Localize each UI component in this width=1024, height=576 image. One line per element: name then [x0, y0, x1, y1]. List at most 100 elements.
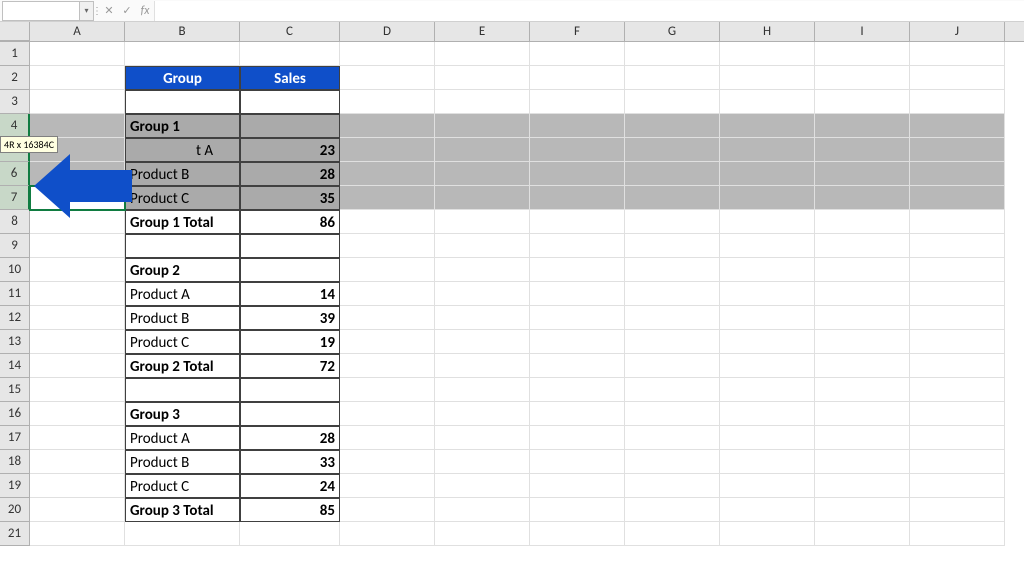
col-header-G[interactable]: G: [625, 22, 720, 41]
cell[interactable]: [625, 114, 720, 138]
cell[interactable]: [720, 522, 815, 546]
cell[interactable]: [435, 378, 530, 402]
cell[interactable]: [815, 402, 910, 426]
cell[interactable]: [435, 282, 530, 306]
cell[interactable]: [910, 306, 1005, 330]
cell[interactable]: [340, 354, 435, 378]
cell[interactable]: [910, 114, 1005, 138]
cell[interactable]: [910, 378, 1005, 402]
cell[interactable]: [530, 498, 625, 522]
cell[interactable]: [815, 282, 910, 306]
cell[interactable]: [530, 306, 625, 330]
cell[interactable]: [240, 234, 340, 258]
cell[interactable]: [625, 426, 720, 450]
cell[interactable]: Product B: [125, 306, 240, 330]
group2-title[interactable]: Group 2: [125, 258, 240, 282]
cell[interactable]: [125, 90, 240, 114]
cell[interactable]: [240, 114, 340, 138]
cell[interactable]: [340, 450, 435, 474]
cell[interactable]: [815, 90, 910, 114]
cell[interactable]: [720, 258, 815, 282]
cell[interactable]: [625, 90, 720, 114]
cell[interactable]: Product C: [125, 474, 240, 498]
group1-productA-name[interactable]: t A: [125, 138, 240, 162]
cell[interactable]: [435, 498, 530, 522]
cell[interactable]: [435, 306, 530, 330]
group1-total[interactable]: 86: [240, 210, 340, 234]
cell[interactable]: [435, 90, 530, 114]
cell[interactable]: [720, 90, 815, 114]
cell[interactable]: Product C: [125, 330, 240, 354]
col-header-F[interactable]: F: [530, 22, 625, 41]
cell[interactable]: [530, 162, 625, 186]
cancel-icon[interactable]: ✕: [100, 1, 118, 21]
cell[interactable]: 14: [240, 282, 340, 306]
cell[interactable]: [340, 402, 435, 426]
cell[interactable]: [30, 66, 125, 90]
cell[interactable]: [340, 306, 435, 330]
cell[interactable]: [30, 498, 125, 522]
cell[interactable]: [435, 186, 530, 210]
cell[interactable]: [815, 66, 910, 90]
col-header-A[interactable]: A: [30, 22, 125, 41]
cell[interactable]: 24: [240, 474, 340, 498]
col-header-C[interactable]: C: [240, 22, 340, 41]
cell[interactable]: [720, 378, 815, 402]
cell[interactable]: [815, 42, 910, 66]
cell[interactable]: [815, 378, 910, 402]
row-header-21[interactable]: 21: [0, 522, 30, 546]
cell[interactable]: [30, 450, 125, 474]
row-header-13[interactable]: 13: [0, 330, 30, 354]
cell[interactable]: [530, 378, 625, 402]
cell[interactable]: [625, 282, 720, 306]
row-header-12[interactable]: 12: [0, 306, 30, 330]
cell[interactable]: [720, 450, 815, 474]
cell[interactable]: [815, 138, 910, 162]
cell[interactable]: [910, 42, 1005, 66]
cell[interactable]: [340, 66, 435, 90]
spreadsheet-grid[interactable]: A B C D E F G H I J 1 2 Group Sales 3 4 …: [0, 22, 1024, 574]
cell[interactable]: [435, 114, 530, 138]
cell[interactable]: [340, 210, 435, 234]
cell[interactable]: [625, 186, 720, 210]
cell[interactable]: [530, 234, 625, 258]
cell[interactable]: Product A: [125, 426, 240, 450]
cell[interactable]: [340, 378, 435, 402]
cell[interactable]: [435, 354, 530, 378]
cell[interactable]: [910, 90, 1005, 114]
cell[interactable]: [30, 258, 125, 282]
cell[interactable]: [125, 378, 240, 402]
cell[interactable]: [240, 378, 340, 402]
cell[interactable]: [30, 474, 125, 498]
cell[interactable]: [30, 282, 125, 306]
cell[interactable]: [720, 354, 815, 378]
row-header-18[interactable]: 18: [0, 450, 30, 474]
cell[interactable]: [625, 522, 720, 546]
cell[interactable]: [30, 426, 125, 450]
cell[interactable]: [625, 450, 720, 474]
cell[interactable]: [340, 426, 435, 450]
cell[interactable]: [530, 522, 625, 546]
cell[interactable]: [625, 354, 720, 378]
cell[interactable]: [910, 330, 1005, 354]
cell[interactable]: [720, 330, 815, 354]
cell[interactable]: [625, 258, 720, 282]
formula-input[interactable]: [154, 1, 1024, 21]
cell[interactable]: 19: [240, 330, 340, 354]
cell[interactable]: [530, 354, 625, 378]
col-header-H[interactable]: H: [720, 22, 815, 41]
cell[interactable]: [815, 234, 910, 258]
cell[interactable]: [625, 402, 720, 426]
cell[interactable]: [30, 42, 125, 66]
group3-total[interactable]: 85: [240, 498, 340, 522]
cell[interactable]: [435, 258, 530, 282]
col-header-E[interactable]: E: [435, 22, 530, 41]
group1-total-label[interactable]: Group 1 Total: [125, 210, 240, 234]
cell[interactable]: [30, 306, 125, 330]
cell[interactable]: [435, 474, 530, 498]
cell[interactable]: [435, 330, 530, 354]
cell[interactable]: [815, 450, 910, 474]
cell[interactable]: [530, 66, 625, 90]
cell[interactable]: [815, 210, 910, 234]
cell[interactable]: [240, 42, 340, 66]
